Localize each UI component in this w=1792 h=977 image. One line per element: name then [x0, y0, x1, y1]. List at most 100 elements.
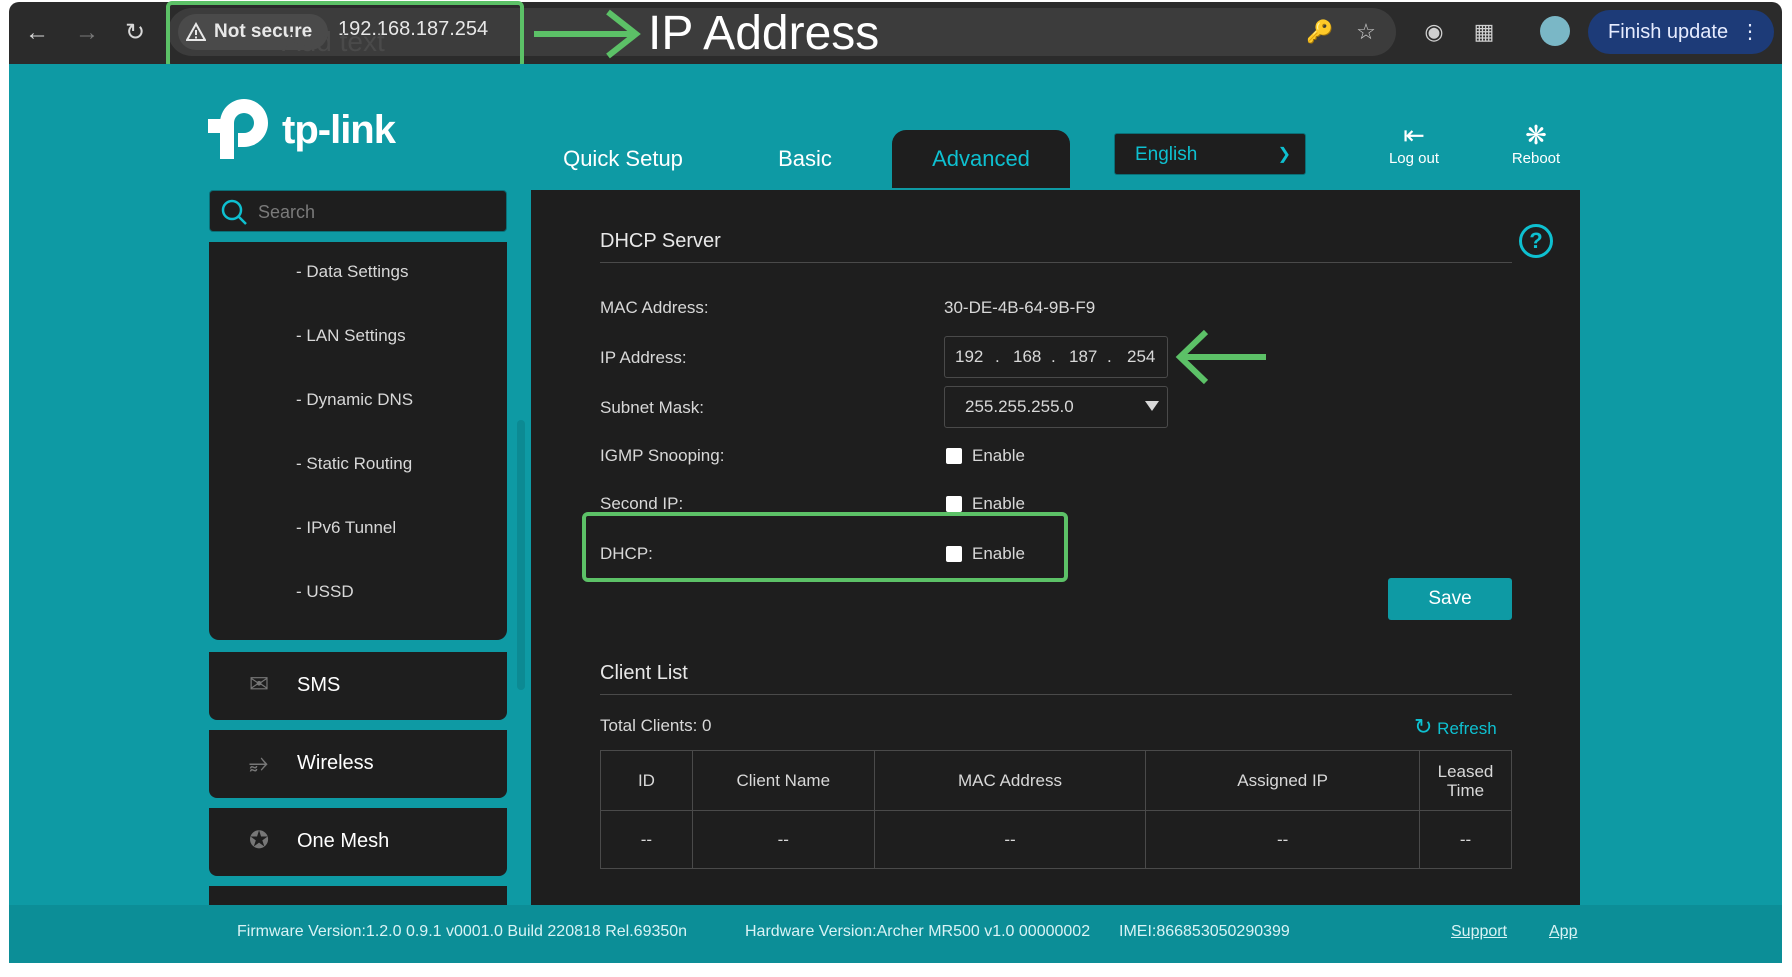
tp-link-logo-text: tp-link — [282, 108, 396, 152]
sidebar-item-label: One Mesh — [297, 830, 390, 852]
dhcp-server-title: DHCP Server — [600, 230, 721, 252]
column-header-assigned-ip: Assigned IP — [1145, 750, 1421, 811]
ip-octet-2[interactable]: 168 — [1013, 337, 1041, 377]
dhcp-label: DHCP: — [600, 544, 653, 563]
client-table: ID Client Name MAC Address Assigned IP L… — [600, 750, 1512, 869]
wifi-icon: ⥵ — [249, 749, 269, 776]
key-icon[interactable]: 🔑 — [1306, 18, 1334, 46]
finish-update-button[interactable]: Finish update ⋮ — [1588, 10, 1774, 54]
search-icon — [221, 199, 247, 225]
sidebar-item-label: SMS — [297, 674, 341, 696]
page-bottom-edge — [0, 963, 1792, 977]
reboot-button[interactable]: ❋ Reboot — [1496, 120, 1576, 167]
dhcp-enable-label: Enable — [972, 544, 1025, 563]
search-input[interactable]: Search — [209, 190, 507, 232]
advanced-submenu — [209, 242, 507, 640]
sidebar-item-label: Wireless — [297, 752, 374, 774]
reboot-icon: ❋ — [1525, 120, 1547, 150]
envelope-icon: ✉ — [249, 671, 270, 698]
ip-octet-4[interactable]: 254 — [1127, 337, 1155, 377]
table-cell: -- — [691, 810, 875, 869]
ip-address-field[interactable]: 192 . 168 . 187 . 254 — [944, 336, 1168, 378]
logout-label: Log out — [1388, 150, 1440, 167]
language-select[interactable]: English ❯ — [1114, 133, 1306, 175]
table-row: -- -- -- -- -- — [600, 810, 1512, 869]
sidebar-item-sms[interactable]: ✉ SMS — [209, 652, 507, 720]
forward-icon[interactable]: → — [72, 18, 102, 48]
section-divider — [600, 262, 1512, 263]
subnet-mask-select[interactable]: 255.255.255.0 — [944, 386, 1168, 428]
support-link[interactable]: Support — [1451, 923, 1507, 941]
incognito-icon[interactable]: ◉ — [1420, 18, 1448, 46]
url-highlight-box — [166, 1, 524, 69]
igmp-enable-label: Enable — [972, 446, 1025, 465]
annotation-arrow-right-icon — [534, 9, 641, 59]
finish-update-label: Finish update — [1608, 21, 1729, 43]
firmware-version: Firmware Version:1.2.0 0.9.1 v0001.0 Bui… — [237, 923, 688, 940]
sidebar-item-more[interactable] — [209, 886, 507, 906]
sidebar-scrollbar[interactable] — [517, 420, 525, 690]
sidebar-item-ussd[interactable]: - USSD — [296, 582, 354, 602]
star-icon[interactable]: ☆ — [1352, 18, 1380, 46]
ip-address-label: IP Address: — [600, 348, 687, 367]
tab-basic[interactable]: Basic — [750, 130, 860, 188]
mac-address-label: MAC Address: — [600, 298, 709, 317]
logout-icon: ⇤ — [1403, 120, 1425, 150]
profile-avatar[interactable] — [1540, 16, 1570, 46]
column-header-client-name: Client Name — [691, 750, 875, 811]
tab-advanced[interactable]: Advanced — [892, 130, 1070, 188]
client-list-title: Client List — [600, 662, 688, 684]
sidebar-item-wireless[interactable]: ⥵ Wireless — [209, 730, 507, 798]
table-header-row: ID Client Name MAC Address Assigned IP L… — [600, 750, 1512, 811]
sidebar-item-data-settings[interactable]: - Data Settings — [296, 262, 408, 282]
table-cell: -- — [1419, 810, 1512, 869]
dropdown-triangle-icon — [1145, 401, 1159, 411]
refresh-icon: ↻ — [1414, 714, 1433, 739]
second-ip-enable-checkbox[interactable] — [946, 496, 962, 512]
ip-octet-1[interactable]: 192 — [955, 337, 983, 377]
table-cell: -- — [1145, 810, 1421, 869]
back-icon[interactable]: ← — [22, 18, 52, 48]
column-header-mac-address: MAC Address — [873, 750, 1147, 811]
reboot-label: Reboot — [1511, 150, 1561, 167]
igmp-enable-checkbox[interactable] — [946, 448, 962, 464]
second-ip-enable-label: Enable — [972, 494, 1025, 513]
menu-kebab-icon: ⋮ — [1740, 21, 1760, 43]
app-link[interactable]: App — [1549, 923, 1577, 941]
column-header-leased-time: Leased Time — [1419, 750, 1512, 811]
sidebar-item-static-routing[interactable]: - Static Routing — [296, 454, 412, 474]
second-ip-label: Second IP: — [600, 494, 684, 513]
sidebar-item-dynamic-dns[interactable]: - Dynamic DNS — [296, 390, 413, 410]
igmp-snooping-label: IGMP Snooping: — [600, 446, 725, 465]
subnet-mask-label: Subnet Mask: — [600, 398, 704, 417]
reload-icon[interactable]: ↻ — [120, 18, 150, 48]
ip-octet-3[interactable]: 187 — [1069, 337, 1097, 377]
sidebar-item-lan-settings[interactable]: - LAN Settings — [296, 326, 406, 346]
refresh-label: Refresh — [1437, 719, 1497, 738]
subnet-mask-value: 255.255.255.0 — [965, 397, 1074, 416]
leased-time-label: Leased Time — [1437, 761, 1494, 800]
refresh-button[interactable]: ↻ Refresh — [1414, 714, 1497, 740]
sidebar-item-ipv6-tunnel[interactable]: - IPv6 Tunnel — [296, 518, 396, 538]
imei-text: IMEI:866853050290399 — [1119, 923, 1290, 940]
mesh-icon: ✪ — [249, 827, 270, 854]
section-divider — [600, 694, 1512, 695]
annotation-ip-label: IP Address — [648, 7, 880, 60]
dhcp-enable-checkbox[interactable] — [946, 546, 962, 562]
save-button[interactable]: Save — [1388, 578, 1512, 620]
screenshot-frame: ← → ↻ Not secure 192.168.187.254 Add tex… — [0, 0, 1792, 977]
page-footer: Firmware Version:1.2.0 0.9.1 v0001.0 Bui… — [9, 905, 1782, 963]
search-placeholder: Search — [258, 202, 316, 222]
hardware-version: Hardware Version:Archer MR500 v1.0 00000… — [745, 923, 1091, 940]
tab-quick-setup[interactable]: Quick Setup — [548, 130, 698, 188]
annotation-arrow-left-icon — [1175, 329, 1266, 385]
help-icon[interactable]: ? — [1519, 224, 1553, 258]
language-value: English — [1135, 144, 1198, 165]
logout-button[interactable]: ⇤ Log out — [1374, 120, 1454, 167]
sidebar-item-one-mesh[interactable]: ✪ One Mesh — [209, 808, 507, 876]
table-cell: -- — [600, 810, 693, 869]
total-clients-text: Total Clients: 0 — [600, 716, 712, 735]
mac-address-value: 30-DE-4B-64-9B-F9 — [944, 298, 1096, 317]
extensions-icon[interactable]: ▦ — [1470, 18, 1498, 46]
table-cell: -- — [873, 810, 1147, 869]
